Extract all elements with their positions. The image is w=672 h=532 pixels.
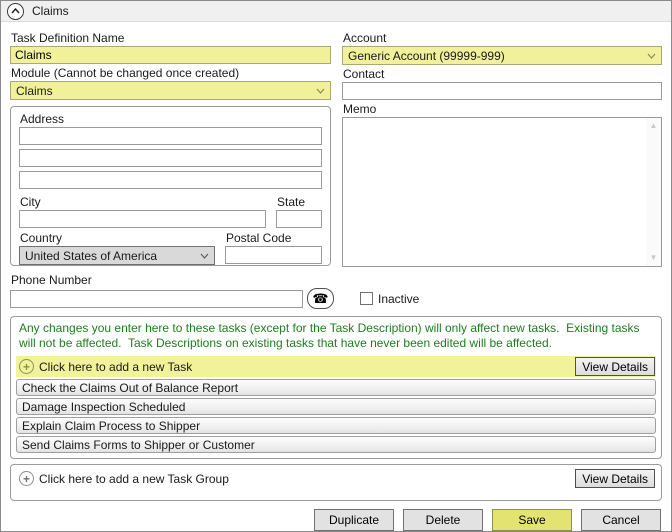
task-row[interactable]: Damage Inspection Scheduled [16, 398, 656, 415]
chevron-down-icon [200, 253, 209, 259]
country-dropdown-value: United States of America [25, 249, 157, 263]
memo-scrollbar[interactable]: ▲ ▼ [646, 118, 661, 266]
address-line-3-input[interactable] [19, 171, 322, 189]
country-label: Country [20, 231, 215, 245]
memo-textarea[interactable] [343, 118, 646, 266]
account-dropdown[interactable]: Generic Account (99999-999) [342, 46, 662, 65]
task-row[interactable]: Explain Claim Process to Shipper [16, 417, 656, 434]
contact-label: Contact [343, 67, 662, 81]
state-input[interactable] [276, 210, 322, 228]
phone-number-label: Phone Number [11, 273, 662, 287]
module-label: Module (Cannot be changed once created) [11, 66, 331, 80]
task-definition-name-label: Task Definition Name [11, 31, 331, 45]
task-groups-group: + Click here to add a new Task Group Vie… [10, 464, 662, 501]
task-group-view-details-button[interactable]: View Details [575, 469, 655, 488]
module-dropdown[interactable]: Claims [10, 81, 331, 100]
account-dropdown-value: Generic Account (99999-999) [348, 49, 505, 63]
duplicate-button[interactable]: Duplicate [314, 509, 394, 531]
collapse-toggle-button[interactable] [7, 3, 24, 20]
city-input[interactable] [19, 210, 266, 228]
phone-number-input[interactable] [10, 290, 303, 308]
tasks-group: Any changes you enter here to these task… [10, 316, 662, 459]
chevron-down-icon [316, 88, 325, 94]
memo-field-frame: ▲ ▼ [342, 117, 662, 267]
add-new-task-row[interactable]: + Click here to add a new Task View Deta… [16, 356, 656, 377]
postal-code-input[interactable] [225, 246, 322, 264]
add-new-task-group-row[interactable]: + Click here to add a new Task Group Vie… [16, 468, 656, 489]
task-row-label: Send Claims Forms to Shipper or Customer [22, 438, 255, 452]
add-new-task-label: Click here to add a new Task [39, 360, 192, 374]
state-label: State [277, 195, 322, 209]
scroll-down-icon[interactable]: ▼ [646, 251, 661, 265]
module-dropdown-value: Claims [16, 84, 53, 98]
task-row-label: Check the Claims Out of Balance Report [22, 381, 238, 395]
contact-input[interactable] [342, 82, 662, 100]
section-title: Claims [32, 4, 69, 18]
address-line-1-input[interactable] [19, 127, 322, 145]
inactive-label: Inactive [378, 292, 419, 306]
address-line-2-input[interactable] [19, 149, 322, 167]
dial-phone-button[interactable]: ☎ [307, 288, 334, 309]
task-row[interactable]: Send Claims Forms to Shipper or Customer [16, 436, 656, 453]
account-label: Account [343, 31, 662, 45]
postal-code-label: Postal Code [226, 231, 322, 245]
section-header: Claims [1, 1, 671, 22]
add-new-task-group-label: Click here to add a new Task Group [39, 472, 229, 486]
task-row[interactable]: Check the Claims Out of Balance Report [16, 379, 656, 396]
chevron-up-icon [11, 8, 20, 14]
save-button[interactable]: Save [492, 509, 572, 531]
task-view-details-button[interactable]: View Details [575, 357, 655, 376]
tasks-notice-text: Any changes you enter here to these task… [16, 319, 656, 356]
task-row-label: Explain Claim Process to Shipper [22, 419, 200, 433]
add-plus-icon: + [19, 471, 34, 486]
city-label: City [20, 195, 266, 209]
cancel-button[interactable]: Cancel [581, 509, 661, 531]
address-group: Address City State [10, 106, 331, 266]
task-definition-name-input[interactable] [10, 46, 331, 64]
add-plus-icon: + [19, 359, 34, 374]
inactive-checkbox[interactable] [360, 292, 373, 305]
phone-icon: ☎ [312, 292, 328, 305]
delete-button[interactable]: Delete [403, 509, 483, 531]
claims-window: Claims Task Definition Name Module (Cann… [0, 0, 672, 532]
chevron-down-icon [647, 53, 656, 59]
country-dropdown[interactable]: United States of America [19, 246, 215, 265]
footer-button-bar: Duplicate Delete Save Cancel [10, 509, 662, 531]
scroll-up-icon[interactable]: ▲ [646, 119, 661, 133]
memo-label: Memo [343, 102, 662, 116]
address-label: Address [20, 112, 322, 126]
task-row-label: Damage Inspection Scheduled [22, 400, 185, 414]
